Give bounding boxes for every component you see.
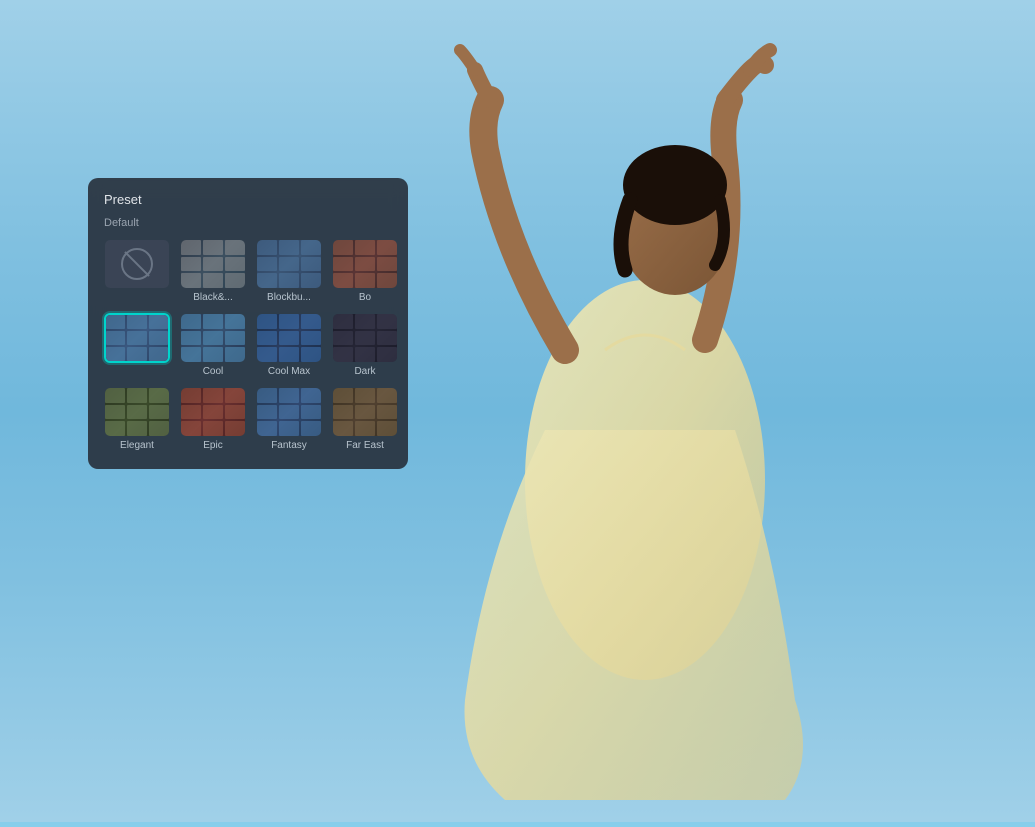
preset-item-fantasy[interactable]: Fantasy	[254, 385, 324, 453]
preset-item-cool-max[interactable]: Cool Max	[254, 311, 324, 379]
preset-item-selected[interactable]	[102, 311, 172, 379]
preset-label-bo: Bo	[359, 292, 371, 303]
preset-label-cool: Cool	[203, 366, 224, 377]
preset-label-blockbuster: Blockbu...	[267, 292, 311, 303]
preset-item-epic[interactable]: Epic	[178, 385, 248, 453]
preset-section-label: Default	[102, 217, 394, 229]
preset-item-dark[interactable]: Dark	[330, 311, 400, 379]
preset-label-cool-max: Cool Max	[268, 366, 310, 377]
preset-label-bw: Black&...	[193, 292, 232, 303]
preset-label-elegant: Elegant	[120, 440, 154, 451]
preset-grid: Black&... Blockbu...	[102, 237, 394, 453]
preset-item-bo[interactable]: Bo	[330, 237, 400, 305]
preset-item-elegant[interactable]: Elegant	[102, 385, 172, 453]
preset-label-epic: Epic	[203, 440, 222, 451]
preset-label-dark: Dark	[354, 366, 375, 377]
preset-title: Preset	[102, 192, 394, 207]
preset-item-blockbuster[interactable]: Blockbu...	[254, 237, 324, 305]
preset-panel: Preset Default Black&...	[88, 178, 408, 469]
preset-label-far-east: Far East	[346, 440, 384, 451]
preset-item-none[interactable]	[102, 237, 172, 305]
preset-item-cool[interactable]: Cool	[178, 311, 248, 379]
preset-label-fantasy: Fantasy	[271, 440, 307, 451]
preset-item-far-east[interactable]: Far East	[330, 385, 400, 453]
preset-item-black-white[interactable]: Black&...	[178, 237, 248, 305]
